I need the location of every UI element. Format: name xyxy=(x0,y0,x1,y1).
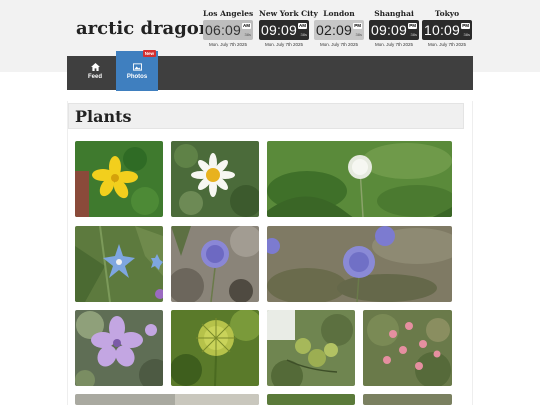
clock-los-angeles: Los Angeles 06:09 AM 38s Mon. July 7th 2… xyxy=(203,9,253,47)
clock-date: Mon. July 7th 2025 xyxy=(374,42,414,47)
clock-ampm: PM xyxy=(461,23,470,29)
photo-white-daisy[interactable] xyxy=(171,141,259,217)
photo-partial[interactable] xyxy=(75,394,259,405)
clock-seconds: 38s xyxy=(463,32,470,37)
photo-blue-star-flower[interactable] xyxy=(75,226,163,302)
photo-partial[interactable] xyxy=(363,394,452,405)
clock-date: Mon. July 7th 2025 xyxy=(208,42,248,47)
clock-time: 06:09 xyxy=(205,22,242,38)
clock-ampm: PM xyxy=(353,23,362,29)
photo-pink-small-flowers[interactable] xyxy=(363,310,452,386)
photo-green-seed-pods[interactable] xyxy=(267,310,355,386)
nav-item-photos[interactable]: New Photos xyxy=(116,50,158,91)
clock-city: Los Angeles xyxy=(203,9,254,18)
clock-date: Mon. July 7th 2025 xyxy=(264,42,304,47)
clock-new-york: New York City 09:09 AM 38s Mon. July 7th… xyxy=(259,9,318,47)
home-icon xyxy=(90,63,100,71)
clock-date: Mon. July 7th 2025 xyxy=(319,42,359,47)
clock-shanghai: Shanghai 09:09 PM 38s Mon. July 7th 2025 xyxy=(369,9,419,47)
clock-city: London xyxy=(323,9,355,18)
main-content: Plants xyxy=(67,101,473,405)
new-badge: New xyxy=(142,50,156,57)
clock-time: 09:09 xyxy=(261,22,298,38)
clock-city: Shanghai xyxy=(374,9,414,18)
clock-face: 02:09 PM 38s xyxy=(314,20,364,40)
image-icon xyxy=(132,63,142,71)
clock-time: 02:09 xyxy=(316,22,353,38)
photo-green-spiky-bud[interactable] xyxy=(171,310,259,386)
page-title: Plants xyxy=(75,107,132,126)
clock-time: 10:09 xyxy=(424,22,461,38)
nav-item-feed[interactable]: Feed xyxy=(74,56,116,90)
clock-face: 06:09 AM 38s xyxy=(203,20,253,40)
clock-ampm: AM xyxy=(242,23,251,29)
photo-dandelion-seedhead[interactable] xyxy=(267,141,452,217)
clock-tokyo: Tokyo 10:09 PM 38s Mon. July 7th 2025 xyxy=(422,9,472,47)
photo-lilac-flower[interactable] xyxy=(75,310,163,386)
clock-face: 09:09 AM 38s xyxy=(259,20,309,40)
clock-seconds: 38s xyxy=(244,32,251,37)
clock-seconds: 38s xyxy=(410,32,417,37)
photo-purple-globe-flowers-field[interactable] xyxy=(267,226,452,302)
clock-ampm: PM xyxy=(408,23,417,29)
main-nav: Feed New Photos xyxy=(67,50,473,91)
nav-item-label: Photos xyxy=(126,74,148,80)
clock-face: 10:09 PM 38s xyxy=(422,20,472,40)
nav-item-label: Feed xyxy=(87,74,102,80)
clock-ampm: AM xyxy=(298,23,307,29)
clock-face: 09:09 PM 38s xyxy=(369,20,419,40)
clock-seconds: 38s xyxy=(300,32,307,37)
clock-date: Mon. July 7th 2025 xyxy=(427,42,467,47)
clock-seconds: 38s xyxy=(355,32,362,37)
clock-city: Tokyo xyxy=(434,9,460,18)
clock-city: New York City xyxy=(259,9,318,18)
photo-partial[interactable] xyxy=(267,394,355,405)
site-title[interactable]: arctic dragon xyxy=(76,18,212,39)
photo-yellow-flower[interactable] xyxy=(75,141,163,217)
clock-london: London 02:09 PM 38s Mon. July 7th 2025 xyxy=(314,9,364,47)
photo-purple-globe-flower[interactable] xyxy=(171,226,259,302)
section-header: Plants xyxy=(68,103,464,129)
clock-time: 09:09 xyxy=(371,22,408,38)
